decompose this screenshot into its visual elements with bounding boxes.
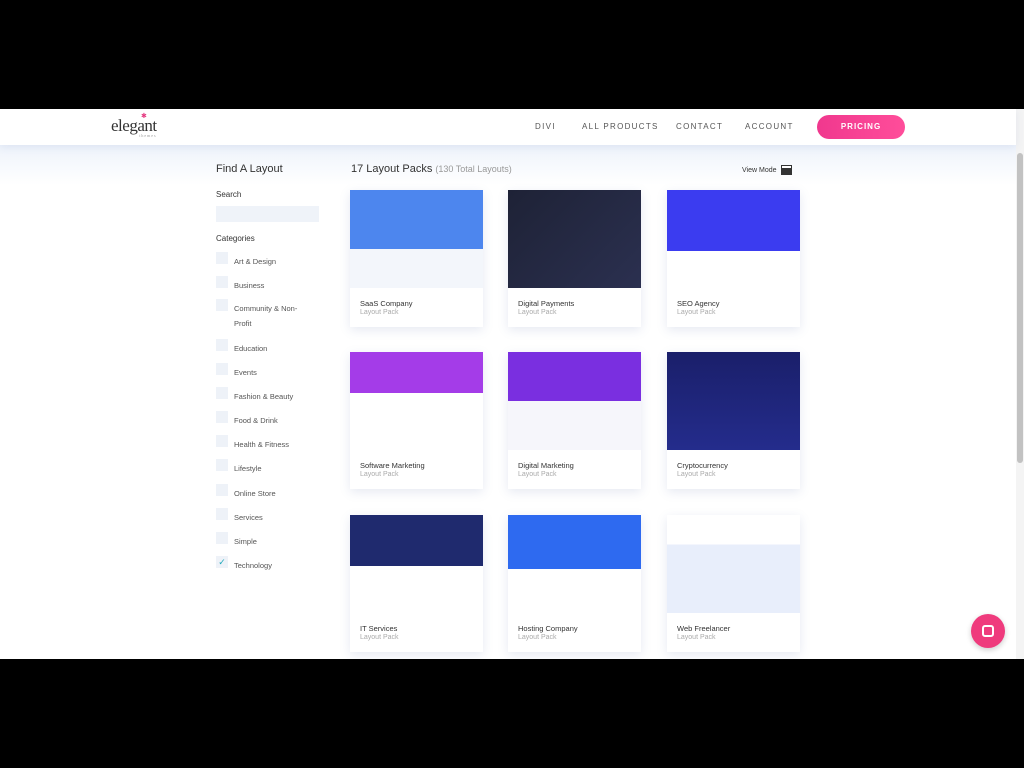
category-label: Art & Design <box>234 257 277 266</box>
view-mode-toggle[interactable]: View Mode <box>742 165 792 175</box>
category-label: Education <box>234 344 268 353</box>
card-title: IT Services <box>360 624 398 633</box>
layout-thumbnail[interactable] <box>508 352 641 450</box>
checkbox[interactable] <box>216 508 228 520</box>
layout-thumbnail[interactable] <box>350 352 483 450</box>
page: ✱ elegant themes DIVI ALL PRODUCTS CONTACT… <box>0 109 1024 659</box>
layout-pack-card[interactable]: Cryptocurrency Layout Pack <box>667 352 800 489</box>
layout-pack-card[interactable]: IT Services Layout Pack <box>350 515 483 652</box>
category-label: Technology <box>234 561 272 570</box>
layout-thumbnail[interactable] <box>667 352 800 450</box>
layout-thumbnail[interactable] <box>508 515 641 613</box>
checkbox[interactable] <box>216 276 228 288</box>
scrollbar-thumb[interactable] <box>1017 153 1023 463</box>
category-label: Community & Non-Profit <box>234 304 298 328</box>
category-checkbox[interactable]: Simple <box>216 532 309 549</box>
category-checkbox[interactable]: Art & Design <box>216 252 309 269</box>
category-label: Food & Drink <box>234 416 278 425</box>
layout-pack-card[interactable]: Digital Payments Layout Pack <box>508 190 641 327</box>
card-type: Layout Pack <box>360 471 399 478</box>
checkbox[interactable] <box>216 532 228 544</box>
layout-thumbnail[interactable] <box>667 190 800 288</box>
checkbox[interactable] <box>216 299 228 311</box>
category-checkbox[interactable]: Health & Fitness <box>216 435 309 452</box>
checkbox[interactable] <box>216 435 228 447</box>
search-label: Search <box>216 190 242 199</box>
card-title: Web Freelancer <box>677 624 731 633</box>
category-label: Simple <box>234 537 257 546</box>
card-type: Layout Pack <box>360 634 399 641</box>
category-label: Business <box>234 281 265 290</box>
card-type: Layout Pack <box>518 471 557 478</box>
nav-divi[interactable]: DIVI <box>535 122 556 131</box>
checkbox[interactable] <box>216 363 228 375</box>
category-checkbox[interactable]: Lifestyle <box>216 459 309 476</box>
category-label: Events <box>234 368 257 377</box>
card-title: Software Marketing <box>360 461 425 470</box>
card-title: Digital Payments <box>518 299 575 308</box>
sidebar-title: Find A Layout <box>216 163 283 175</box>
total-layouts: (130 Total Layouts) <box>435 164 512 174</box>
checkbox[interactable] <box>216 387 228 399</box>
logo-star-icon: ✱ <box>141 112 147 120</box>
category-checkbox[interactable]: Online Store <box>216 484 309 501</box>
layout-pack-card[interactable]: SEO Agency Layout Pack <box>667 190 800 327</box>
card-type: Layout Pack <box>360 309 399 316</box>
layout-pack-card[interactable]: Software Marketing Layout Pack <box>350 352 483 489</box>
chat-icon <box>982 625 994 637</box>
chat-button[interactable] <box>971 614 1005 648</box>
card-type: Layout Pack <box>677 471 716 478</box>
pricing-button[interactable]: PRICING <box>817 115 905 139</box>
card-title: Digital Marketing <box>518 461 574 470</box>
card-type: Layout Pack <box>518 309 557 316</box>
categories-label: Categories <box>216 234 255 243</box>
layout-thumbnail[interactable] <box>350 190 483 288</box>
checkbox[interactable] <box>216 252 228 264</box>
card-title: Hosting Company <box>518 624 578 633</box>
category-label: Fashion & Beauty <box>234 392 294 401</box>
category-checkbox[interactable]: ✓ Technology <box>216 556 309 573</box>
page-title: 17 Layout Packs (130 Total Layouts) <box>351 163 512 175</box>
layout-pack-card[interactable]: SaaS Company Layout Pack <box>350 190 483 327</box>
layout-pack-card[interactable]: Web Freelancer Layout Pack <box>667 515 800 652</box>
layout-pack-card[interactable]: Digital Marketing Layout Pack <box>508 352 641 489</box>
category-checkbox[interactable]: Services <box>216 508 309 525</box>
grid-view-icon <box>780 165 792 175</box>
card-title: SaaS Company <box>360 299 413 308</box>
card-title: SEO Agency <box>677 299 720 308</box>
checkbox[interactable]: ✓ <box>216 556 228 568</box>
category-label: Lifestyle <box>234 464 262 473</box>
layout-thumbnail[interactable] <box>667 515 800 613</box>
layout-thumbnail[interactable] <box>508 190 641 288</box>
nav-account[interactable]: ACCOUNT <box>745 122 794 131</box>
checkbox[interactable] <box>216 411 228 423</box>
checkbox[interactable] <box>216 339 228 351</box>
nav-all-products[interactable]: ALL PRODUCTS <box>582 122 659 131</box>
layout-pack-card[interactable]: Hosting Company Layout Pack <box>508 515 641 652</box>
layout-thumbnail[interactable] <box>350 515 483 613</box>
nav-contact[interactable]: CONTACT <box>676 122 723 131</box>
logo[interactable]: ✱ elegant themes <box>111 112 157 138</box>
category-label: Health & Fitness <box>234 440 290 449</box>
search-input[interactable] <box>216 206 319 222</box>
category-checkbox[interactable]: Education <box>216 339 309 356</box>
checkbox[interactable] <box>216 484 228 496</box>
category-label: Online Store <box>234 489 276 498</box>
category-checkbox[interactable]: Food & Drink <box>216 411 309 428</box>
checkbox[interactable] <box>216 459 228 471</box>
card-type: Layout Pack <box>677 309 716 316</box>
card-title: Cryptocurrency <box>677 461 728 470</box>
category-checkbox[interactable]: Community & Non-Profit <box>216 299 309 331</box>
view-mode-label: View Mode <box>742 166 777 174</box>
header: ✱ elegant themes DIVI ALL PRODUCTS CONTACT… <box>0 109 1016 145</box>
card-type: Layout Pack <box>518 634 557 641</box>
category-checkbox[interactable]: Events <box>216 363 309 380</box>
scrollbar[interactable] <box>1016 109 1024 659</box>
layout-pack-count: 17 Layout Packs <box>351 163 433 175</box>
category-checkbox[interactable]: Fashion & Beauty <box>216 387 309 404</box>
category-label: Services <box>234 513 263 522</box>
category-checkbox[interactable]: Business <box>216 276 309 293</box>
card-type: Layout Pack <box>677 634 716 641</box>
